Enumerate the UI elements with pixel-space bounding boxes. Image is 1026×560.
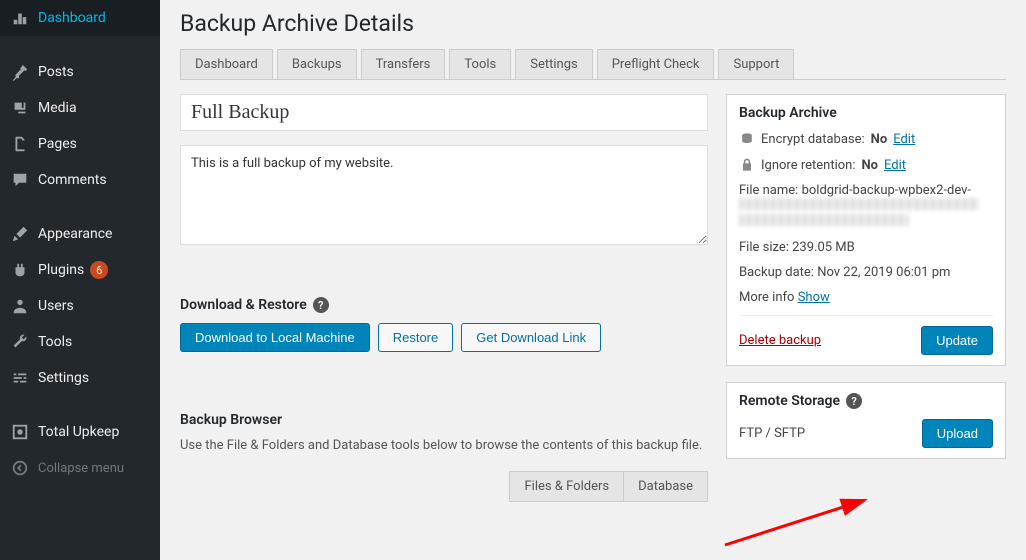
comment-icon [10,170,30,190]
more-info-row: More info Show [739,290,993,305]
main-content: Backup Archive Details Dashboard Backups… [160,0,1026,560]
dashboard-icon [10,8,30,28]
sidebar-item-label: Total Upkeep [38,424,119,440]
collapse-label: Collapse menu [38,461,124,476]
tab-preflight[interactable]: Preflight Check [597,49,715,79]
archive-heading: Backup Archive [739,105,993,121]
wrench-icon [10,332,30,352]
upload-button[interactable]: Upload [922,419,993,448]
tab-bar: Dashboard Backups Transfers Tools Settin… [180,49,1006,80]
backup-title-input[interactable] [180,94,708,131]
media-icon [10,98,30,118]
help-icon[interactable]: ? [313,297,329,313]
remote-heading: Remote Storage? [739,393,993,409]
remote-storage-panel: Remote Storage? FTP / SFTP Upload [726,382,1006,459]
sidebar-item-pages[interactable]: Pages [0,126,160,162]
sidebar-item-label: Users [38,298,74,314]
pin-icon [10,62,30,82]
remote-protocol-label: FTP / SFTP [739,426,805,441]
file-name-row: File name: boldgrid-backup-wpbex2-dev- [739,183,993,230]
tab-tools[interactable]: Tools [449,49,511,79]
update-count-badge: 6 [90,261,108,279]
update-button[interactable]: Update [921,326,993,355]
admin-sidebar: Dashboard Posts Media Pages Comments App… [0,0,160,560]
sidebar-item-comments[interactable]: Comments [0,162,160,198]
file-size-row: File size: 239.05 MB [739,240,993,255]
plug-icon [10,260,30,280]
help-icon[interactable]: ? [846,393,862,409]
sliders-icon [10,368,30,388]
collapse-icon [10,458,30,478]
page-title: Backup Archive Details [180,10,1006,37]
download-restore-heading: Download & Restore? [180,297,708,313]
sidebar-item-users[interactable]: Users [0,288,160,324]
backup-browser-heading: Backup Browser [180,412,708,428]
encrypt-edit-link[interactable]: Edit [893,132,915,147]
restore-button[interactable]: Restore [378,323,454,352]
sidebar-item-label: Settings [38,370,89,386]
sidebar-item-label: Plugins [38,262,84,278]
ignore-edit-link[interactable]: Edit [884,158,906,173]
download-button[interactable]: Download to Local Machine [180,323,370,352]
pages-icon [10,134,30,154]
sidebar-item-dashboard[interactable]: Dashboard [0,0,160,36]
sidebar-item-label: Dashboard [38,10,106,26]
tab-settings[interactable]: Settings [515,49,592,79]
sidebar-item-plugins[interactable]: Plugins 6 [0,252,160,288]
sidebar-item-settings[interactable]: Settings [0,360,160,396]
tab-support[interactable]: Support [718,49,794,79]
sidebar-item-total-upkeep[interactable]: Total Upkeep [0,414,160,450]
sidebar-item-label: Media [38,100,77,116]
backup-icon [10,422,30,442]
sidebar-item-label: Appearance [38,226,112,242]
backup-description-input[interactable] [180,145,708,245]
database-icon [739,131,755,147]
sidebar-item-label: Pages [38,136,77,152]
show-link[interactable]: Show [798,290,830,305]
tab-backups[interactable]: Backups [277,49,357,79]
sidebar-item-media[interactable]: Media [0,90,160,126]
backup-date-row: Backup date: Nov 22, 2019 06:01 pm [739,265,993,280]
tab-files-folders[interactable]: Files & Folders [509,471,624,502]
lock-icon [739,157,755,173]
sidebar-item-appearance[interactable]: Appearance [0,216,160,252]
backup-browser-subtext: Use the File & Folders and Database tool… [180,438,708,453]
tab-transfers[interactable]: Transfers [361,49,446,79]
collapse-menu-button[interactable]: Collapse menu [0,450,160,486]
brush-icon [10,224,30,244]
delete-backup-link[interactable]: Delete backup [739,333,821,348]
get-download-link-button[interactable]: Get Download Link [461,323,601,352]
tab-database[interactable]: Database [624,471,708,502]
sidebar-item-label: Comments [38,172,107,188]
user-icon [10,296,30,316]
backup-archive-panel: Backup Archive Encrypt database: No Edit… [726,94,1006,366]
sidebar-item-posts[interactable]: Posts [0,54,160,90]
sidebar-item-tools[interactable]: Tools [0,324,160,360]
tab-dashboard[interactable]: Dashboard [180,49,273,79]
sidebar-item-label: Posts [38,64,74,80]
sidebar-item-label: Tools [38,334,72,350]
